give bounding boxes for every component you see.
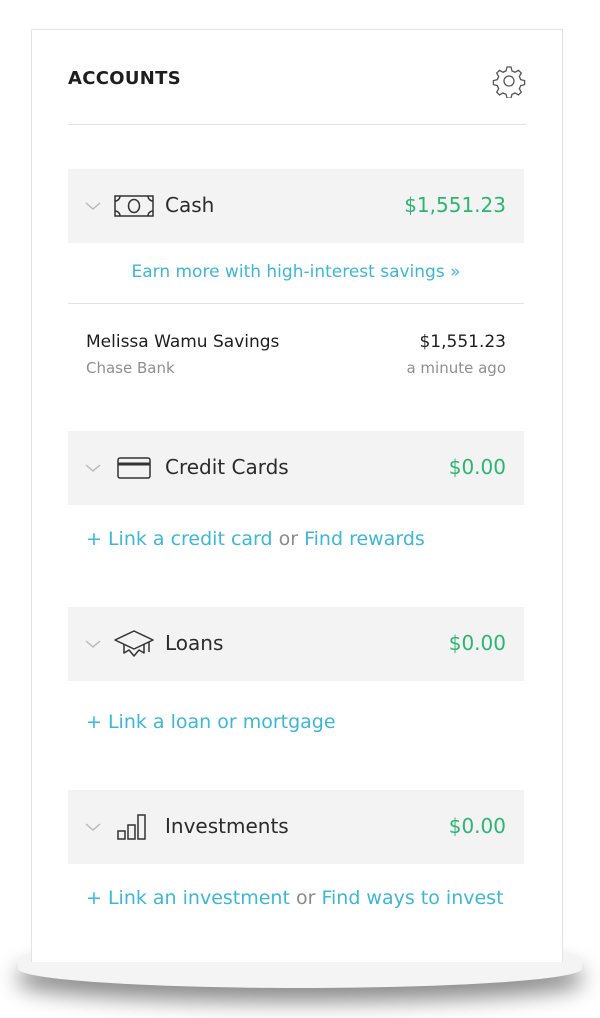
chevron-down-icon (85, 202, 101, 210)
section-label-cash: Cash (165, 193, 215, 217)
or-separator: or (278, 528, 299, 550)
account-updated-time: a minute ago (406, 359, 506, 377)
find-ways-to-invest-link[interactable]: Find ways to invest (321, 887, 503, 909)
page-title: ACCOUNTS (68, 68, 181, 89)
section-label-investments: Investments (165, 814, 289, 838)
cash-icon (114, 195, 154, 217)
section-loans[interactable]: Loans $0.00 (68, 607, 524, 681)
loan-actions: + Link a loan or mortgage (86, 711, 336, 733)
account-institution: Chase Bank (86, 359, 175, 377)
link-loan-link[interactable]: + Link a loan or mortgage (86, 711, 336, 733)
accounts-header: ACCOUNTS (68, 64, 526, 125)
graduation-cap-icon (114, 630, 154, 657)
section-total-loans: $0.00 (448, 631, 506, 655)
chevron-down-icon (85, 464, 101, 472)
section-total-investments: $0.00 (448, 814, 506, 838)
investment-actions: + Link an investment or Find ways to inv… (86, 887, 504, 909)
section-label-credit-cards: Credit Cards (165, 455, 289, 479)
section-total-cash: $1,551.23 (404, 193, 506, 217)
account-row-melissa-wamu-savings[interactable]: Melissa Wamu Savings Chase Bank $1,551.2… (68, 332, 524, 402)
link-credit-card-link[interactable]: + Link a credit card (86, 528, 273, 550)
account-balance: $1,551.23 (419, 332, 506, 352)
section-cash[interactable]: Cash $1,551.23 (68, 169, 524, 243)
link-investment-link[interactable]: + Link an investment (86, 887, 290, 909)
accounts-panel: ACCOUNTS Cash $1,551.23 Earn more with h… (31, 29, 563, 962)
find-rewards-link[interactable]: Find rewards (304, 528, 425, 550)
section-label-loans: Loans (165, 631, 224, 655)
account-name: Melissa Wamu Savings (86, 332, 280, 352)
chevron-down-icon (85, 823, 101, 831)
bar-chart-icon (117, 814, 146, 840)
gear-icon[interactable] (492, 64, 526, 99)
chevron-down-icon (85, 640, 101, 648)
credit-card-icon (117, 457, 151, 479)
divider (68, 303, 524, 304)
or-separator: or (295, 887, 316, 909)
credit-card-actions: + Link a credit card or Find rewards (86, 528, 425, 550)
section-total-credit-cards: $0.00 (448, 455, 506, 479)
high-interest-savings-link[interactable]: Earn more with high-interest savings » (68, 262, 524, 282)
section-investments[interactable]: Investments $0.00 (68, 790, 524, 864)
section-credit-cards[interactable]: Credit Cards $0.00 (68, 431, 524, 505)
